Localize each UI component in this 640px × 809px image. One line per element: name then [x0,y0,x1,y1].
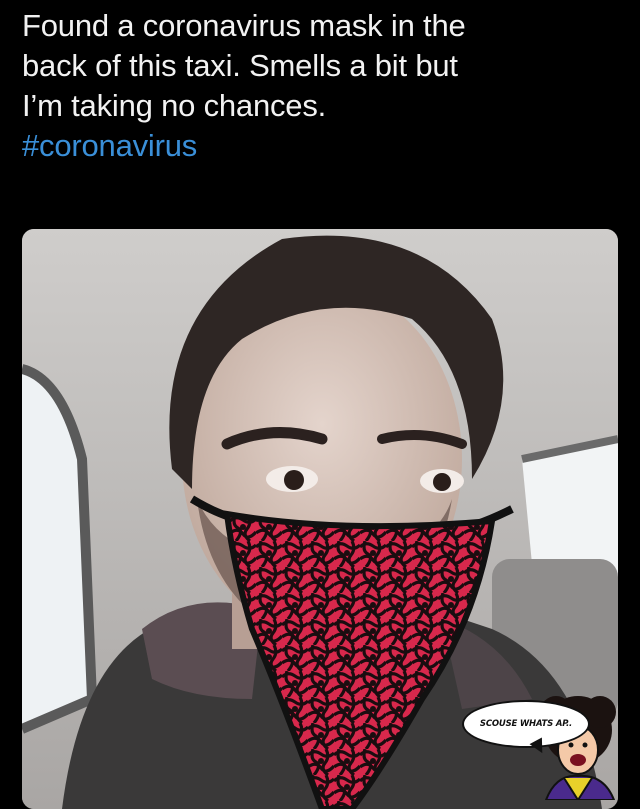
post-text-line-3: I’m taking no chances. [22,88,327,123]
speech-bubble: SCOUSE WHATS AP.. [462,700,590,748]
speech-bubble-text: SCOUSE WHATS AP.. [479,719,573,729]
post-text-line-2: back of this taxi. Smells a bit but [22,48,458,83]
meme-sticker: SCOUSE WHATS AP.. [456,690,640,800]
post-text: Found a coronavirus mask in the back of … [22,6,622,166]
post-text-line-1: Found a coronavirus mask in the [22,8,466,43]
hashtag-link[interactable]: #coronavirus [22,126,622,166]
